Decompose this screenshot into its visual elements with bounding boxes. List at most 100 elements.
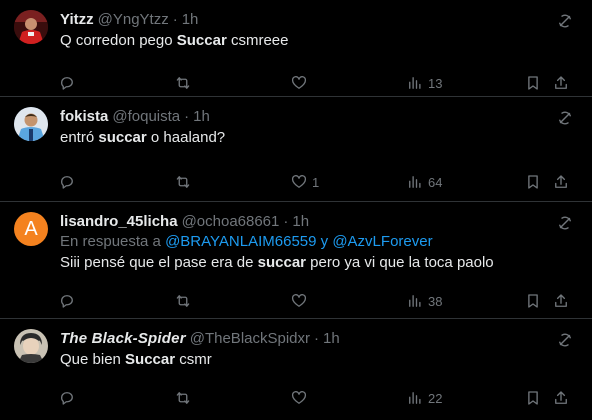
grok-icon[interactable] bbox=[556, 331, 574, 349]
author-handle[interactable]: @ochoa68661 bbox=[182, 212, 280, 232]
grok-icon[interactable] bbox=[556, 109, 574, 127]
bookmark-button[interactable] bbox=[524, 172, 552, 192]
grok-icon[interactable] bbox=[556, 12, 574, 30]
timeline-feed: Yitzz @YngYtzz · 1h Q corredon pego Succ… bbox=[0, 0, 592, 420]
text-part: Que bien bbox=[60, 351, 126, 368]
highlighted-term: Succar bbox=[176, 32, 227, 49]
tweet[interactable]: fokista @foquista · 1h entró succar o ha… bbox=[0, 97, 592, 202]
author-handle[interactable]: @YngYtzz bbox=[98, 10, 169, 30]
text-part: o haaland? bbox=[146, 129, 226, 146]
tweet-actions: 38 bbox=[58, 283, 576, 319]
blue-jersey-player-avatar-icon bbox=[14, 107, 48, 141]
text-part: csmreee bbox=[226, 32, 289, 49]
like-button[interactable] bbox=[290, 291, 406, 311]
like-button[interactable]: 1 bbox=[290, 172, 406, 192]
tweet-text: entró succar o haaland? bbox=[60, 128, 576, 148]
separator-dot: · bbox=[283, 213, 289, 230]
view-count: 64 bbox=[428, 174, 443, 190]
bookmark-icon bbox=[528, 294, 538, 308]
reply-context: En respuesta a @BRAYANLAIM66559 y @AzvLF… bbox=[60, 232, 576, 252]
text-part: Siii pensé que el pase era de bbox=[60, 254, 258, 271]
retweet-button[interactable] bbox=[174, 172, 290, 192]
tweet-time[interactable]: 1h bbox=[323, 329, 340, 349]
share-button[interactable] bbox=[552, 388, 572, 408]
highlighted-term: succar bbox=[98, 129, 147, 146]
anime-character-avatar-icon bbox=[14, 329, 48, 363]
views-icon bbox=[409, 392, 421, 404]
like-button[interactable] bbox=[290, 388, 406, 408]
share-icon bbox=[555, 294, 567, 307]
like-button[interactable] bbox=[290, 73, 406, 93]
avatar[interactable]: A bbox=[14, 212, 48, 246]
tweet[interactable]: Yitzz @YngYtzz · 1h Q corredon pego Succ… bbox=[0, 0, 592, 97]
like-icon bbox=[291, 294, 307, 307]
highlighted-term: succar bbox=[257, 254, 307, 271]
tweet-time[interactable]: 1h bbox=[193, 107, 210, 127]
views-button[interactable]: 64 bbox=[406, 172, 524, 192]
tweet-text: Que bien Succar csmr bbox=[60, 350, 576, 370]
tweet-actions: 13 bbox=[58, 65, 576, 101]
author-name[interactable]: fokista bbox=[60, 107, 108, 127]
share-button[interactable] bbox=[552, 291, 572, 311]
bookmark-icon bbox=[528, 391, 538, 405]
avatar-letter: A bbox=[24, 217, 38, 240]
author-handle[interactable]: @TheBlackSpidxr bbox=[190, 329, 310, 349]
retweet-button[interactable] bbox=[174, 291, 290, 311]
like-icon bbox=[291, 391, 307, 404]
tweet-text: Siii pensé que el pase era de succar per… bbox=[60, 253, 576, 273]
bookmark-button[interactable] bbox=[524, 388, 552, 408]
separator-dot: · bbox=[314, 330, 320, 347]
reply-icon bbox=[61, 176, 73, 189]
view-count: 22 bbox=[428, 390, 443, 406]
avatar[interactable] bbox=[14, 107, 48, 141]
tweet[interactable]: A lisandro_45licha @ochoa68661 · 1h En r… bbox=[0, 202, 592, 319]
share-icon bbox=[555, 391, 567, 404]
tweet-time[interactable]: 1h bbox=[182, 10, 199, 30]
author-name[interactable]: lisandro_45licha bbox=[60, 212, 178, 232]
text-part: Q corredon pego bbox=[60, 32, 177, 49]
views-icon bbox=[409, 176, 421, 188]
tweet-actions: 1 64 bbox=[58, 164, 576, 200]
retweet-button[interactable] bbox=[174, 73, 290, 93]
author-name[interactable]: The Black-Spider bbox=[60, 329, 186, 349]
text-part: pero ya vi que la toca paolo bbox=[306, 254, 494, 271]
bookmark-button[interactable] bbox=[524, 291, 552, 311]
bookmark-button[interactable] bbox=[524, 73, 552, 93]
author-name[interactable]: Yitzz bbox=[60, 10, 94, 30]
reply-icon bbox=[61, 77, 73, 90]
text-part: entró bbox=[60, 129, 99, 146]
views-icon bbox=[409, 295, 421, 307]
tweet-actions: 22 bbox=[58, 380, 576, 416]
tweet-time[interactable]: 1h bbox=[292, 212, 309, 232]
text-part: csmr bbox=[175, 351, 212, 368]
view-count: 13 bbox=[428, 75, 443, 91]
views-button[interactable]: 13 bbox=[406, 73, 524, 93]
avatar[interactable] bbox=[14, 10, 48, 44]
retweet-button[interactable] bbox=[174, 388, 290, 408]
share-button[interactable] bbox=[552, 73, 572, 93]
separator-dot: · bbox=[172, 11, 178, 28]
views-button[interactable]: 38 bbox=[406, 291, 524, 311]
retweet-icon bbox=[176, 392, 190, 404]
mention-link[interactable]: @BRAYANLAIM66559 bbox=[165, 233, 316, 250]
mention-link[interactable]: @AzvLForever bbox=[332, 233, 432, 250]
tweet-text: Q corredon pego Succar csmreee bbox=[60, 31, 576, 51]
avatar[interactable] bbox=[14, 329, 48, 363]
reply-join: y bbox=[316, 233, 333, 250]
author-handle[interactable]: @foquista bbox=[112, 107, 180, 127]
share-button[interactable] bbox=[552, 172, 572, 192]
separator-dot: · bbox=[184, 108, 190, 125]
views-button[interactable]: 22 bbox=[406, 388, 524, 408]
reply-button[interactable] bbox=[58, 172, 174, 192]
tweet[interactable]: The Black-Spider @TheBlackSpidxr · 1h Qu… bbox=[0, 319, 592, 420]
reply-prefix: En respuesta a bbox=[60, 233, 166, 250]
grok-icon[interactable] bbox=[556, 214, 574, 232]
retweet-icon bbox=[176, 176, 190, 188]
view-count: 38 bbox=[428, 293, 443, 309]
reply-button[interactable] bbox=[58, 291, 174, 311]
reply-button[interactable] bbox=[58, 73, 174, 93]
retweet-icon bbox=[176, 295, 190, 307]
reply-button[interactable] bbox=[58, 388, 174, 408]
reply-icon bbox=[61, 392, 73, 405]
red-jersey-player-avatar-icon bbox=[14, 10, 48, 44]
